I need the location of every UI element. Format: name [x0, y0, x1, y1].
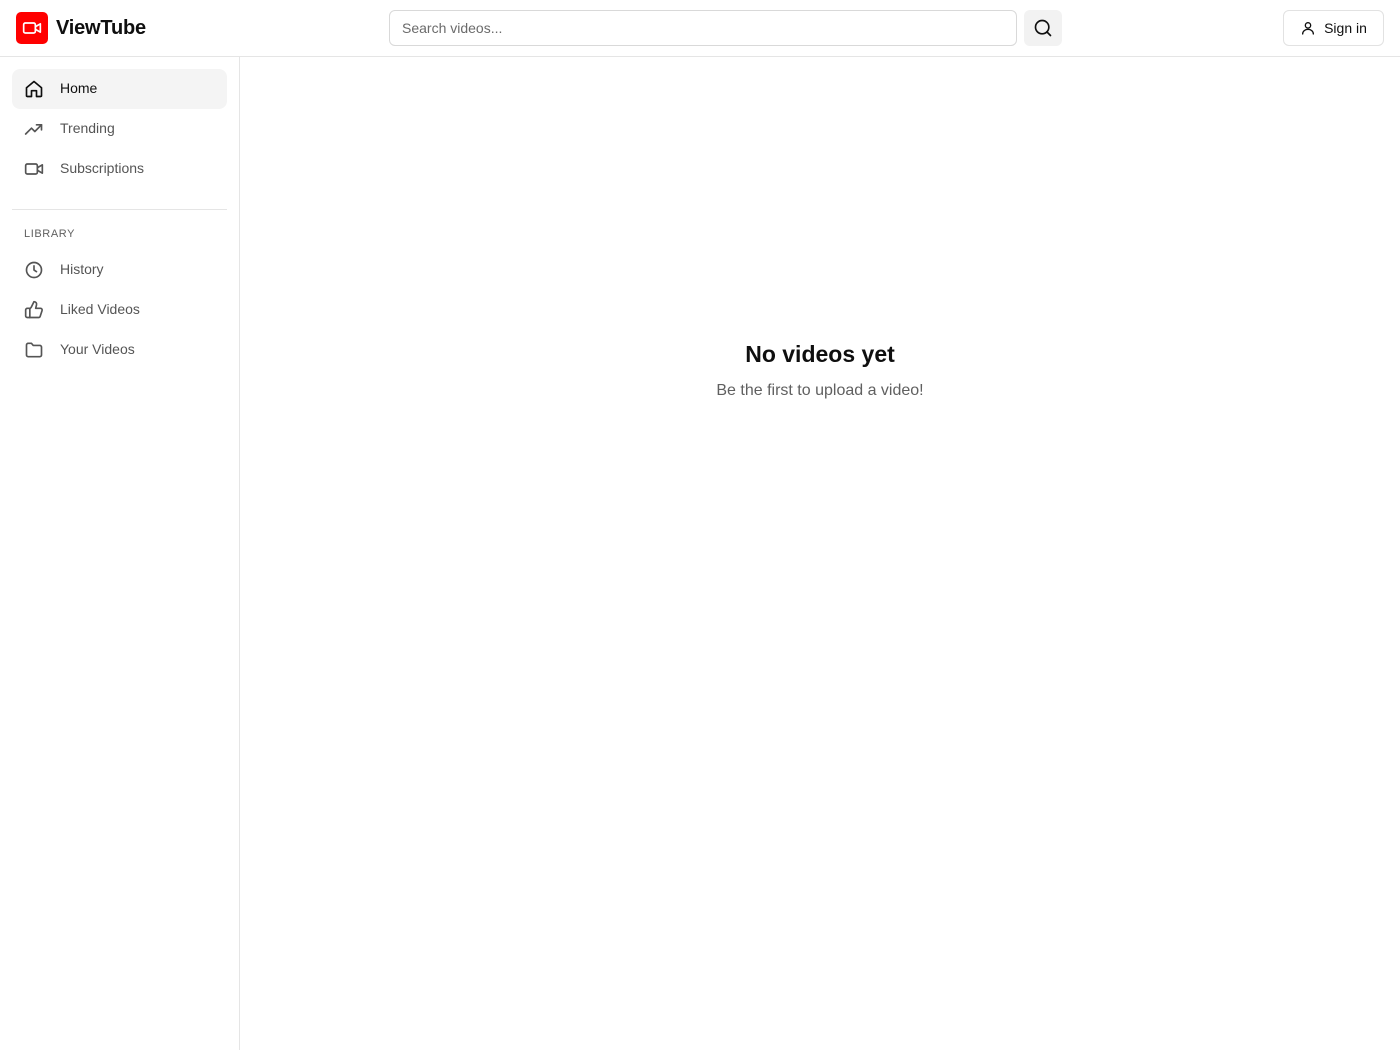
top-header: ViewTube Sign in	[0, 0, 1400, 57]
logo[interactable]: ViewTube	[16, 12, 146, 44]
sidebar-item-subscriptions[interactable]: Subscriptions	[12, 149, 227, 189]
empty-state-subtitle: Be the first to upload a video!	[716, 382, 924, 399]
sidebar-item-liked-videos[interactable]: Liked Videos	[12, 290, 227, 330]
sidebar-divider	[12, 209, 227, 210]
search-button[interactable]	[1024, 10, 1062, 46]
sidebar-item-label: Your Videos	[60, 341, 135, 357]
video-camera-icon	[16, 12, 48, 44]
sidebar-item-label: Trending	[60, 120, 115, 136]
clock-icon	[24, 260, 44, 280]
sidebar-item-label: Subscriptions	[60, 160, 145, 176]
sidebar-item-label: Liked Videos	[60, 301, 140, 317]
app-name: ViewTube	[56, 16, 146, 39]
folder-icon	[24, 340, 44, 360]
sidebar: Home Trending Subscriptions LIBRARY Hist…	[0, 57, 240, 1050]
search-input[interactable]	[389, 10, 1017, 46]
sidebar-item-label: Home	[60, 80, 98, 96]
sidebar-item-your-videos[interactable]: Your Videos	[12, 330, 227, 370]
sidebar-item-home[interactable]: Home	[12, 69, 227, 109]
main-content: No videos yet Be the first to upload a v…	[240, 57, 1400, 1050]
sign-in-label: Sign in	[1324, 20, 1367, 36]
sidebar-item-history[interactable]: History	[12, 250, 227, 290]
trending-up-icon	[24, 119, 44, 139]
home-icon	[24, 79, 44, 99]
library-section-title: LIBRARY	[24, 228, 76, 240]
thumbs-up-icon	[24, 300, 44, 320]
empty-state-title: No videos yet	[745, 341, 895, 367]
video-camera-icon	[24, 159, 44, 179]
sign-in-button[interactable]: Sign in	[1283, 10, 1384, 46]
sidebar-item-trending[interactable]: Trending	[12, 109, 227, 149]
search-icon	[1033, 18, 1053, 38]
user-icon	[1300, 20, 1316, 36]
sidebar-item-label: History	[60, 261, 104, 277]
